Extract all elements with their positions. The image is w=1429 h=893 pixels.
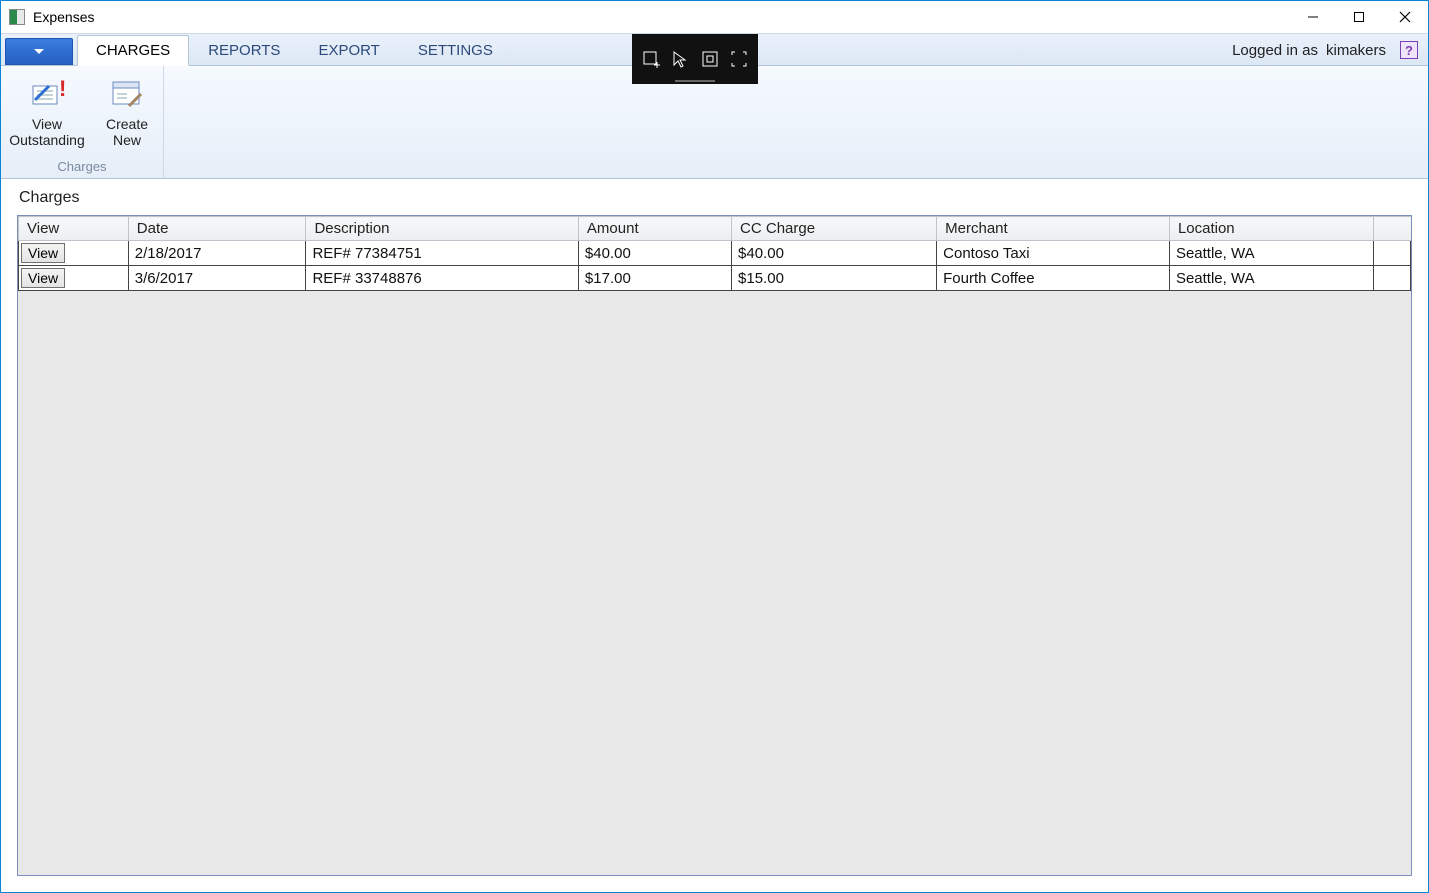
col-date[interactable]: Date: [128, 217, 306, 241]
ribbon-group-label: Charges: [57, 159, 106, 176]
maximize-icon: [1353, 11, 1365, 23]
window-controls: [1290, 1, 1428, 33]
view-outstanding-button[interactable]: ! View Outstanding: [7, 70, 87, 148]
charges-grid: View Date Description Amount CC Charge M…: [17, 215, 1412, 876]
cell-amount: $40.00: [578, 241, 731, 266]
stop-button[interactable]: [697, 46, 723, 72]
cell-filler: [1374, 241, 1411, 266]
col-description[interactable]: Description: [306, 217, 578, 241]
tab-export[interactable]: EXPORT: [299, 35, 398, 65]
svg-text:!: !: [59, 76, 65, 101]
ribbon-button-label: View: [32, 116, 62, 132]
help-icon[interactable]: ?: [1400, 41, 1418, 59]
application-menu-button[interactable]: [5, 38, 73, 65]
table-row: View 3/6/2017REF# 33748876$17.00$15.00Fou…: [19, 266, 1411, 291]
table-header-row: View Date Description Amount CC Charge M…: [19, 217, 1411, 241]
tab-reports[interactable]: REPORTS: [189, 35, 299, 65]
logged-in-username: kimakers: [1326, 42, 1386, 59]
cell-amount: $17.00: [578, 266, 731, 291]
close-button[interactable]: [1382, 1, 1428, 33]
minimize-button[interactable]: [1290, 1, 1336, 33]
close-icon: [1399, 11, 1411, 23]
ribbon-button-label: New: [113, 132, 141, 148]
cell-date: 3/6/2017: [128, 266, 306, 291]
ribbon-button-label: Create: [106, 116, 148, 132]
record-add-button[interactable]: [638, 46, 664, 72]
tab-settings[interactable]: SETTINGS: [399, 35, 512, 65]
region-select-button[interactable]: [726, 46, 752, 72]
ribbon-group-charges: ! View Outstanding: [1, 66, 164, 178]
col-location[interactable]: Location: [1169, 217, 1373, 241]
cell-location: Seattle, WA: [1169, 241, 1373, 266]
cell-description: REF# 33748876: [306, 266, 578, 291]
cell-date: 2/18/2017: [128, 241, 306, 266]
logged-in-label: Logged in as: [1232, 42, 1318, 59]
content-area: Charges View Date Description Amount CC …: [1, 179, 1428, 892]
col-amount[interactable]: Amount: [578, 217, 731, 241]
recording-toolbar: [632, 34, 758, 84]
ribbon-right-panel: Logged in as kimakers ?: [1232, 34, 1418, 66]
cell-cc_charge: $15.00: [732, 266, 937, 291]
cursor-select-button[interactable]: [667, 46, 693, 72]
cell-merchant: Fourth Coffee: [937, 266, 1170, 291]
title-bar: Expenses: [1, 1, 1428, 33]
create-new-icon: [109, 76, 145, 112]
page-title: Charges: [1, 179, 1428, 215]
cell-filler: [1374, 266, 1411, 291]
cell-description: REF# 77384751: [306, 241, 578, 266]
create-new-button[interactable]: Create New: [97, 70, 157, 148]
ribbon-tabs: CHARGES REPORTS EXPORT SETTINGS: [77, 34, 512, 65]
col-merchant[interactable]: Merchant: [937, 217, 1170, 241]
app-icon: [9, 9, 25, 25]
view-row-button[interactable]: View: [21, 243, 65, 263]
cell-cc_charge: $40.00: [732, 241, 937, 266]
cell-merchant: Contoso Taxi: [937, 241, 1170, 266]
maximize-button[interactable]: [1336, 1, 1382, 33]
app-window: Expenses CHARGES REPORTS EXPORT SETTINGS…: [0, 0, 1429, 893]
col-cc-charge[interactable]: CC Charge: [732, 217, 937, 241]
ribbon-button-label: Outstanding: [9, 132, 85, 148]
view-row-button[interactable]: View: [21, 268, 65, 288]
col-view[interactable]: View: [19, 217, 129, 241]
tab-charges[interactable]: CHARGES: [77, 35, 189, 66]
table-row: View2/18/2017REF# 77384751$40.00$40.00Co…: [19, 241, 1411, 266]
view-outstanding-icon: !: [29, 76, 65, 112]
col-filler: [1374, 217, 1411, 241]
cell-location: Seattle, WA: [1169, 266, 1373, 291]
window-title: Expenses: [33, 9, 94, 25]
chevron-down-icon: [34, 49, 44, 54]
minimize-icon: [1307, 11, 1319, 23]
